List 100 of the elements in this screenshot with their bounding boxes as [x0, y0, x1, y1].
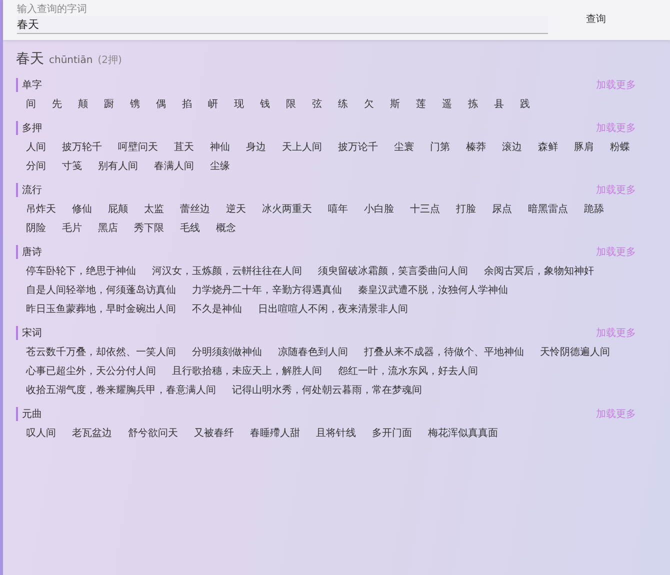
rhyme-word[interactable]: 叹人间	[26, 424, 56, 443]
rhyme-word[interactable]: 森鲜	[538, 138, 558, 157]
rhyme-word[interactable]: 老瓦盆边	[72, 424, 112, 443]
rhyme-word[interactable]: 屁颠	[108, 200, 128, 219]
rhyme-word[interactable]: 暗黑雷点	[528, 200, 568, 219]
section-title: 单字	[22, 78, 42, 92]
heading-word: 春天	[16, 50, 44, 68]
rhyme-word[interactable]: 练	[338, 95, 348, 114]
rhyme-word[interactable]: 豚肩	[574, 138, 594, 157]
rhyme-word[interactable]: 遥	[442, 95, 452, 114]
rhyme-word[interactable]: 莲	[416, 95, 426, 114]
rhyme-word[interactable]: 冰火两重天	[262, 200, 312, 219]
rhyme-word[interactable]: 不久是神仙	[192, 300, 242, 319]
rhyme-word[interactable]: 毛线	[180, 219, 200, 238]
rhyme-word[interactable]: 披万轮千	[62, 138, 102, 157]
rhyme-word[interactable]: 蕾丝边	[180, 200, 210, 219]
rhyme-count: (2押)	[98, 54, 122, 67]
section-title: 宋词	[22, 326, 42, 340]
rhyme-word[interactable]: 记得山明水秀，何处朝云暮雨，常在梦魂间	[232, 381, 422, 400]
rhyme-word[interactable]: 现	[234, 95, 244, 114]
rhyme-word[interactable]: 太监	[144, 200, 164, 219]
pinyin-text: chūntiān	[49, 55, 93, 66]
rhyme-word[interactable]: 昨日玉鱼蒙葬地，早时金碗出人间	[26, 300, 176, 319]
rhyme-word[interactable]: 分间	[26, 157, 46, 176]
rhyme-word[interactable]: 别有人间	[98, 157, 138, 176]
rhyme-word[interactable]: 先	[52, 95, 62, 114]
rhyme-word[interactable]: 神仙	[210, 138, 230, 157]
rhyme-word[interactable]: 岍	[208, 95, 218, 114]
rhyme-word[interactable]: 小白脸	[364, 200, 394, 219]
rhyme-word[interactable]: 日出喧喧人不闲，夜来清景非人间	[258, 300, 408, 319]
section-title: 元曲	[22, 408, 42, 421]
rhyme-word[interactable]: 门第	[430, 138, 450, 157]
rhyme-word[interactable]: 嘻年	[328, 200, 348, 219]
rhyme-word[interactable]: 打叠从来不成器，待做个、平地神仙	[364, 343, 524, 362]
rhyme-word[interactable]: 毛片	[62, 219, 82, 238]
rhyme-word[interactable]: 且行歌拾穗，未应天上，解胜人间	[172, 362, 322, 381]
rhyme-word[interactable]: 春满人间	[154, 157, 194, 176]
rhyme-word[interactable]: 舒兮欲问天	[128, 424, 178, 443]
rhyme-word[interactable]: 苴天	[174, 138, 194, 157]
rhyme-word[interactable]: 斯	[390, 95, 400, 114]
rhyme-word[interactable]: 凉随春色到人间	[278, 343, 348, 362]
rhyme-word[interactable]: 人间	[26, 138, 46, 157]
rhyme-word[interactable]: 力学烧丹二十年，辛勤方得遇真仙	[192, 281, 342, 300]
rhyme-word[interactable]: 苍云数千万叠，却依然、一笑人间	[26, 343, 176, 362]
section-title: 流行	[22, 184, 42, 197]
rhyme-word[interactable]: 践	[520, 95, 530, 114]
rhyme-word[interactable]: 河汉女，玉炼颜，云軿往往在人间	[152, 262, 302, 281]
rhyme-word[interactable]: 天怜阴德遍人间	[540, 343, 610, 362]
rhyme-word[interactable]: 打脸	[456, 200, 476, 219]
rhyme-word[interactable]: 余阅古冥后，象物知神奸	[484, 262, 594, 281]
rhyme-word[interactable]: 多开门面	[372, 424, 412, 443]
search-field[interactable]: 春天	[17, 16, 548, 34]
rhyme-word[interactable]: 秀下限	[134, 219, 164, 238]
rhyme-word[interactable]: 掐	[182, 95, 192, 114]
rhyme-word[interactable]: 榛莽	[466, 138, 486, 157]
rhyme-word[interactable]: 身边	[246, 138, 266, 157]
rhyme-word[interactable]: 分明须刻做神仙	[192, 343, 262, 362]
rhyme-word[interactable]: 尘寰	[394, 138, 414, 157]
rhyme-word[interactable]: 梅花浑似真真面	[428, 424, 498, 443]
rhyme-word[interactable]: 修仙	[72, 200, 92, 219]
rhyme-word[interactable]: 秦皇汉武遭不脱，汝独何人学神仙	[358, 281, 508, 300]
rhyme-word[interactable]: 颠	[78, 95, 88, 114]
rhyme-word[interactable]: 天上人间	[282, 138, 322, 157]
rhyme-word[interactable]: 蹰	[104, 95, 114, 114]
rhyme-word[interactable]: 十三点	[410, 200, 440, 219]
rhyme-word[interactable]: 滚边	[502, 138, 522, 157]
rhyme-word[interactable]: 概念	[216, 219, 236, 238]
rhyme-word[interactable]: 钱	[260, 95, 270, 114]
rhyme-word[interactable]: 寸笺	[62, 157, 82, 176]
section-title: 多押	[22, 122, 42, 135]
rhyme-word[interactable]: 自是人间轻举地，何须蓬岛访真仙	[26, 281, 176, 300]
rhyme-word[interactable]: 尿点	[492, 200, 512, 219]
rhyme-word[interactable]: 心事已超尘外，天公分付人间	[26, 362, 156, 381]
field-label: 输入查询的字词	[17, 4, 88, 16]
rhyme-word[interactable]: 停车卧轮下，绝思于神仙	[26, 262, 136, 281]
rhyme-word[interactable]: 拣	[468, 95, 478, 114]
rhyme-word[interactable]: 逆天	[226, 200, 246, 219]
rhyme-word[interactable]: 收拾五湖气度，卷来耀胸兵甲，春意满人间	[26, 381, 216, 400]
rhyme-word[interactable]: 春睡殢人甜	[250, 424, 300, 443]
rhyme-word[interactable]: 粉蝶	[610, 138, 630, 157]
rhyme-word[interactable]: 限	[286, 95, 296, 114]
rhyme-word[interactable]: 吊炸天	[26, 200, 56, 219]
rhyme-word[interactable]: 偶	[156, 95, 166, 114]
search-button[interactable]: 查询	[580, 8, 612, 30]
rhyme-word[interactable]: 跪舔	[584, 200, 604, 219]
rhyme-word[interactable]: 且将针线	[316, 424, 356, 443]
rhyme-word[interactable]: 镌	[130, 95, 140, 114]
rhyme-word[interactable]: 又被春纤	[194, 424, 234, 443]
rhyme-word[interactable]: 尘缘	[210, 157, 230, 176]
rhyme-word[interactable]: 披万论千	[338, 138, 378, 157]
rhyme-word[interactable]: 间	[26, 95, 36, 114]
rhyme-word[interactable]: 欠	[364, 95, 374, 114]
rhyme-word[interactable]: 须臾留破冰霜颜，笑言委曲问人间	[318, 262, 468, 281]
rhyme-word[interactable]: 阴险	[26, 219, 46, 238]
section-title: 唐诗	[22, 246, 42, 259]
rhyme-word[interactable]: 黑店	[98, 219, 118, 238]
rhyme-word[interactable]: 怨红一叶，流水东风，好去人间	[338, 362, 478, 381]
rhyme-word[interactable]: 呵壁问天	[118, 138, 158, 157]
rhyme-word[interactable]: 县	[494, 95, 504, 114]
rhyme-word[interactable]: 弦	[312, 95, 322, 114]
